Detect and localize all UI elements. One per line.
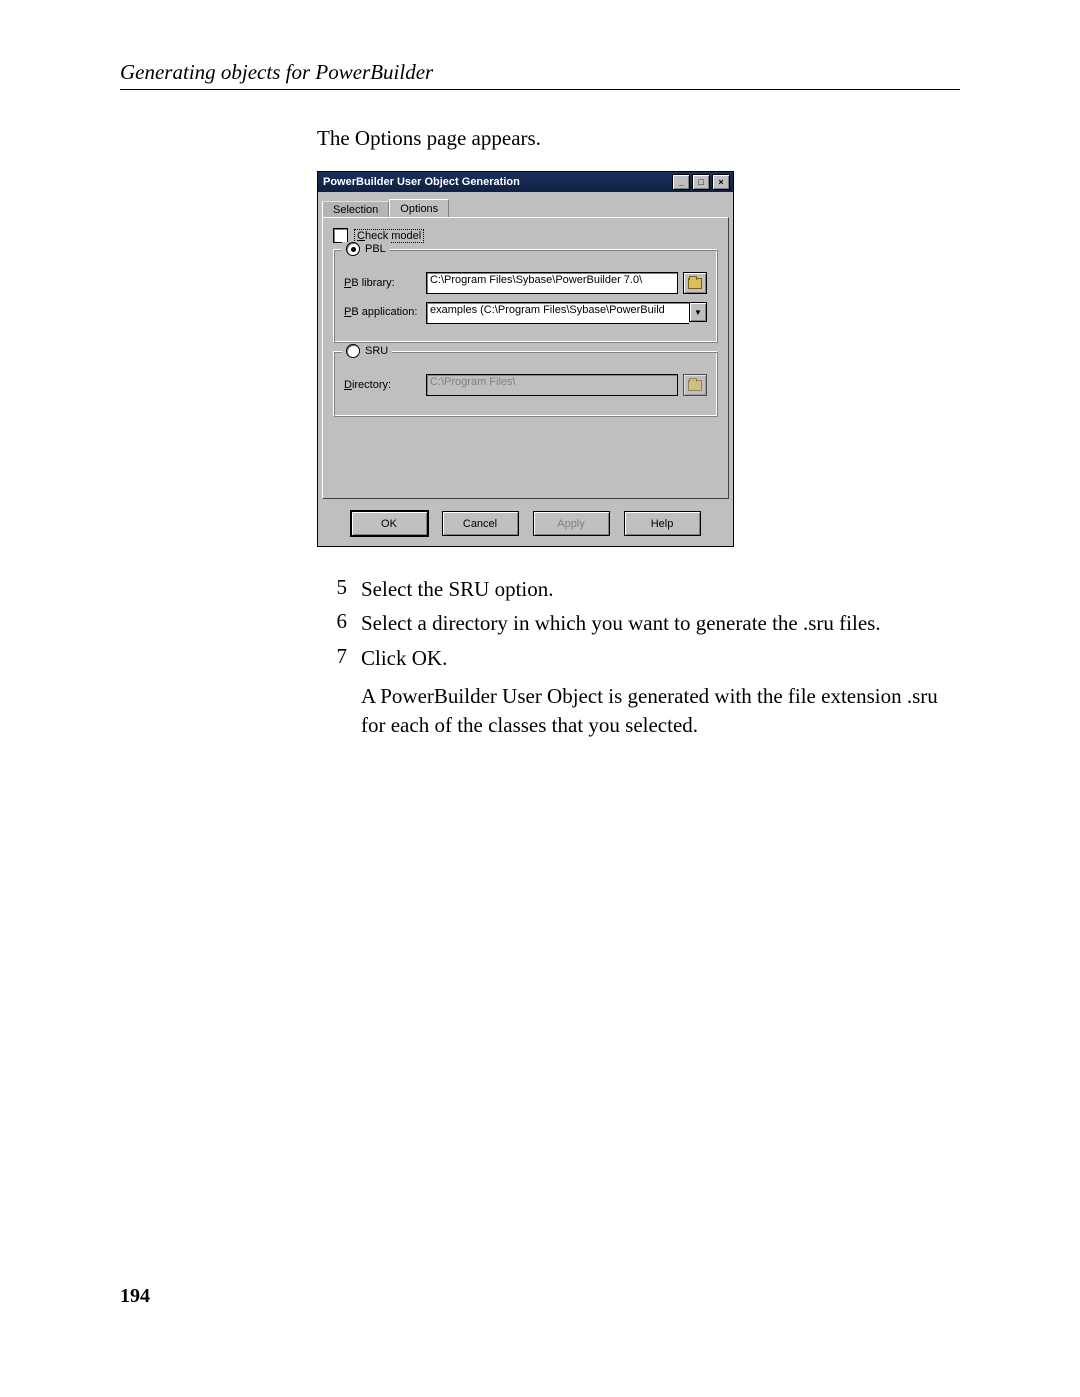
page-header: Generating objects for PowerBuilder	[120, 60, 960, 90]
dialog-button-bar: OK Cancel Apply Help	[318, 505, 733, 546]
pb-library-browse-button[interactable]	[683, 272, 707, 294]
directory-browse-button	[683, 374, 707, 396]
pbl-label: PBL	[365, 243, 386, 255]
sru-radio[interactable]	[346, 344, 360, 358]
help-button[interactable]: Help	[624, 511, 701, 536]
pbl-group: PBL PB library: C:\Program Files\Sybase\…	[333, 249, 718, 343]
follow-paragraph: A PowerBuilder User Object is generated …	[361, 682, 957, 741]
check-model-label: Check model	[354, 229, 424, 243]
ok-button[interactable]: OK	[351, 511, 428, 536]
list-item: 5 Select the SRU option.	[317, 575, 957, 603]
folder-icon	[688, 380, 702, 391]
cancel-button[interactable]: Cancel	[442, 511, 519, 536]
pb-application-label: PB application:	[344, 306, 426, 318]
step-list: 5 Select the SRU option. 6 Select a dire…	[317, 575, 957, 672]
dialog-title: PowerBuilder User Object Generation	[323, 176, 520, 188]
pb-application-value: examples (C:\Program Files\Sybase\PowerB…	[426, 302, 689, 324]
pb-library-input[interactable]: C:\Program Files\Sybase\PowerBuilder 7.0…	[426, 272, 678, 294]
tab-strip: Selection Options	[318, 192, 733, 217]
folder-icon	[688, 278, 702, 289]
page-number: 194	[120, 1285, 150, 1308]
close-icon[interactable]: ×	[712, 174, 730, 190]
list-item: 6 Select a directory in which you want t…	[317, 609, 957, 637]
minimize-icon[interactable]: _	[672, 174, 690, 190]
dialog-powerbuilder-generation: PowerBuilder User Object Generation _ □ …	[317, 171, 734, 547]
tab-options[interactable]: Options	[389, 199, 449, 218]
maximize-icon[interactable]: □	[692, 174, 710, 190]
pbl-radio[interactable]	[346, 242, 360, 256]
pb-application-combo[interactable]: examples (C:\Program Files\Sybase\PowerB…	[426, 302, 707, 322]
dialog-titlebar: PowerBuilder User Object Generation _ □ …	[318, 172, 733, 192]
sru-label: SRU	[365, 345, 388, 357]
list-item: 7 Click OK.	[317, 644, 957, 672]
apply-button: Apply	[533, 511, 610, 536]
step-number: 6	[317, 609, 347, 637]
options-panel: Check model PBL PB library: C:\Program F…	[322, 217, 729, 499]
directory-input: C:\Program Files\	[426, 374, 678, 396]
step-number: 7	[317, 644, 347, 672]
step-text: Select the SRU option.	[361, 575, 957, 603]
step-number: 5	[317, 575, 347, 603]
step-text: Select a directory in which you want to …	[361, 609, 957, 637]
chevron-down-icon[interactable]: ▼	[689, 302, 707, 322]
pb-library-label: PB library:	[344, 277, 426, 289]
sru-group: SRU Directory: C:\Program Files\	[333, 351, 718, 417]
directory-label: Directory:	[344, 379, 426, 391]
intro-text: The Options page appears.	[317, 126, 957, 151]
check-model-checkbox[interactable]	[333, 228, 348, 243]
step-text: Click OK.	[361, 644, 957, 672]
